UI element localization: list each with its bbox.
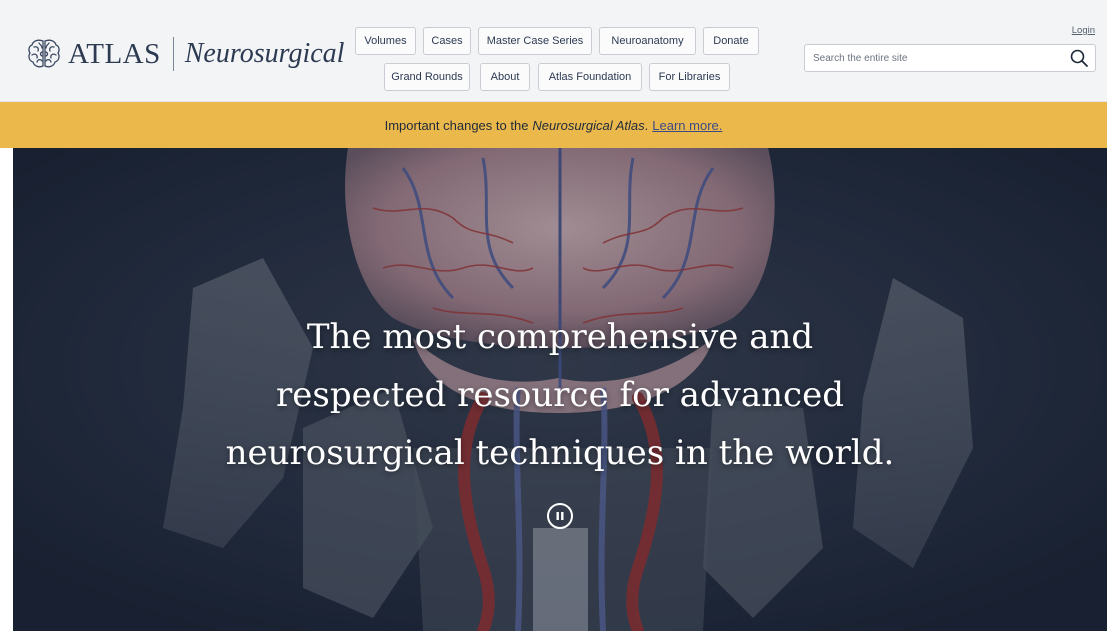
nav-volumes[interactable]: Volumes bbox=[355, 27, 416, 55]
nav-donate[interactable]: Donate bbox=[703, 27, 759, 55]
search-icon[interactable] bbox=[1069, 48, 1089, 68]
nav-atlas-foundation[interactable]: Atlas Foundation bbox=[538, 63, 642, 91]
pause-icon bbox=[556, 512, 564, 520]
logo-neurosurgical-text: Neurosurgical bbox=[184, 38, 345, 69]
banner-emphasis: Neurosurgical Atlas bbox=[532, 117, 645, 133]
hero-section: The most comprehensive and respected res… bbox=[13, 148, 1107, 631]
search-box bbox=[804, 44, 1096, 72]
hero-headline-line-3: neurosurgical techniques in the world. bbox=[225, 433, 895, 473]
site-logo[interactable]: ATLAS Neurosurgical bbox=[26, 34, 344, 74]
site-header: ATLAS Neurosurgical Volumes Cases Master… bbox=[0, 0, 1107, 102]
banner-period: . bbox=[644, 117, 649, 133]
login-link[interactable]: Login bbox=[1072, 25, 1095, 36]
nav-about[interactable]: About bbox=[480, 63, 530, 91]
hero-headline: The most comprehensive and respected res… bbox=[13, 308, 1107, 482]
nav-cases[interactable]: Cases bbox=[423, 27, 471, 55]
nav-for-libraries[interactable]: For Libraries bbox=[649, 63, 730, 91]
pause-button[interactable] bbox=[547, 503, 573, 529]
nav-grand-rounds[interactable]: Grand Rounds bbox=[384, 63, 470, 91]
hero-headline-line-1: The most comprehensive and bbox=[306, 317, 814, 357]
nav-master-case-series[interactable]: Master Case Series bbox=[478, 27, 592, 55]
announcement-banner: Important changes to the Neurosurgical A… bbox=[0, 102, 1107, 148]
brain-icon bbox=[28, 39, 60, 68]
banner-learn-more-link[interactable]: Learn more. bbox=[652, 118, 722, 133]
nav-neuroanatomy[interactable]: Neuroanatomy bbox=[599, 27, 696, 55]
search-input[interactable] bbox=[805, 45, 1069, 71]
logo-atlas-text: ATLAS bbox=[68, 37, 161, 70]
logo-divider bbox=[172, 37, 174, 71]
banner-text: Important changes to the bbox=[384, 117, 529, 133]
hero-headline-line-2: respected resource for advanced bbox=[276, 375, 844, 415]
